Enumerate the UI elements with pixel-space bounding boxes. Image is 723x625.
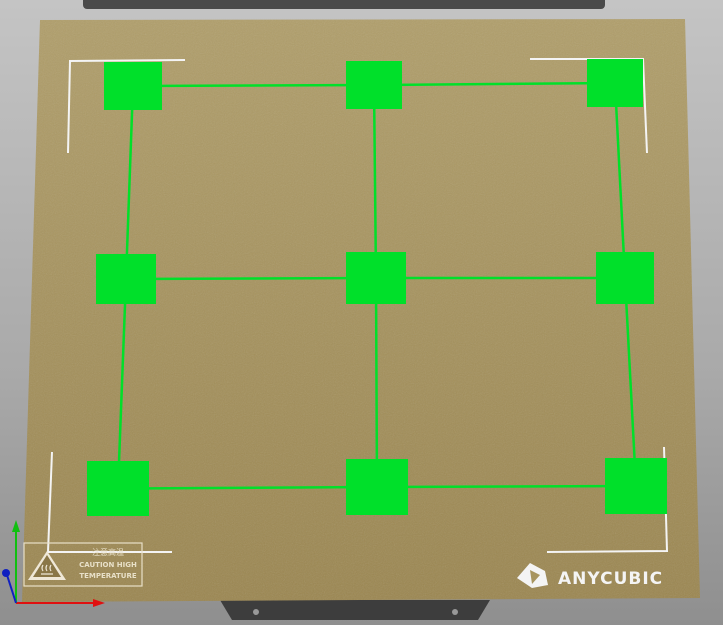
probe-grid-line [125,276,377,281]
probe-point[interactable] [346,459,408,515]
probe-point[interactable] [587,59,643,107]
probe-point[interactable] [104,62,162,110]
viewport-3d[interactable]: 注意高温 CAUTION HIGH TEMPERATURE ANYCUBIC [0,0,723,625]
probe-grid-line [132,83,375,88]
probe-point[interactable] [346,61,402,109]
probe-point[interactable] [605,458,667,514]
mount-hole [253,609,259,615]
probe-grid-line [374,277,379,488]
probe-point[interactable] [596,252,654,304]
probe-point[interactable] [96,254,156,304]
caution-chinese-text: 注意高温 [92,547,124,557]
caution-english-line2: TEMPERATURE [79,572,137,580]
mount-hole [452,609,458,615]
probe-grid-line [117,485,378,490]
probe-grid-line [376,484,637,489]
logo-text: ANYCUBIC [558,569,663,589]
caution-english-line1: CAUTION HIGH [79,561,137,569]
probe-point[interactable] [346,252,406,304]
probe-point[interactable] [87,461,149,516]
bed-mount-tab [220,600,490,620]
